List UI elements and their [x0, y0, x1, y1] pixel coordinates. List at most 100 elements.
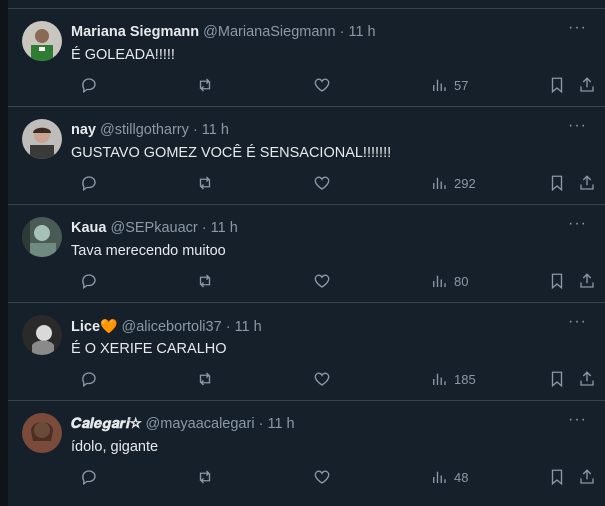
- tweet-text: É GOLEADA!!!!!: [71, 47, 175, 63]
- like-button[interactable]: [313, 173, 331, 193]
- timestamp[interactable]: 11 h: [202, 122, 229, 138]
- views-button[interactable]: 80: [430, 271, 468, 291]
- reply-icon: [82, 372, 96, 388]
- tweet-text: GUSTAVO GOMEZ VOCÊ É SENSACIONAL!!!!!!!: [71, 145, 392, 161]
- views-button[interactable]: 48: [430, 467, 468, 487]
- bookmark-button[interactable]: [548, 173, 566, 193]
- more-options-icon[interactable]: ···: [568, 19, 587, 37]
- share-icon: [580, 175, 594, 190]
- reply-button[interactable]: [80, 173, 98, 193]
- bookmark-icon: [551, 77, 563, 94]
- display-name[interactable]: Mariana Siegmann: [71, 24, 199, 40]
- like-button[interactable]: [313, 369, 331, 389]
- like-button[interactable]: [313, 271, 331, 291]
- handle[interactable]: @stillgotharry: [100, 122, 189, 138]
- tweet[interactable]: 𝑪𝒂𝒍𝒆𝒈𝒂𝒓𝒊☆ @mayaacalegari · 11 h ··· ídol…: [8, 400, 605, 500]
- share-button[interactable]: [578, 369, 596, 389]
- share-button[interactable]: [578, 75, 596, 95]
- share-icon: [580, 77, 594, 92]
- tweet-header: 𝑪𝒂𝒍𝒆𝒈𝒂𝒓𝒊☆ @mayaacalegari · 11 h: [71, 415, 565, 434]
- more-options-icon[interactable]: ···: [568, 411, 587, 429]
- bookmark-icon: [551, 175, 563, 192]
- handle[interactable]: @alicebortoli37: [121, 319, 221, 335]
- handle[interactable]: @mayaacalegari: [146, 416, 255, 432]
- retweet-icon: [199, 78, 211, 92]
- timestamp[interactable]: 11 h: [235, 319, 262, 335]
- avatar[interactable]: [22, 119, 62, 159]
- reply-button[interactable]: [80, 271, 98, 291]
- display-name[interactable]: 𝑪𝒂𝒍𝒆𝒈𝒂𝒓𝒊☆: [71, 416, 141, 432]
- share-icon: [580, 273, 594, 288]
- share-icon: [580, 469, 594, 484]
- tweet[interactable]: nay @stillgotharry · 11 h ··· GUSTAVO GO…: [8, 106, 605, 204]
- tweet-actions: 292: [71, 173, 594, 193]
- share-icon: [580, 371, 594, 386]
- tweet[interactable]: Lice🧡 @alicebortoli37 · 11 h ··· É O XER…: [8, 302, 605, 400]
- timestamp[interactable]: 11 h: [211, 220, 238, 236]
- reply-icon: [82, 274, 96, 290]
- retweet-button[interactable]: [196, 173, 214, 193]
- bookmark-button[interactable]: [548, 271, 566, 291]
- avatar[interactable]: [22, 315, 62, 355]
- tweet-header: nay @stillgotharry · 11 h: [71, 121, 565, 140]
- bookmark-button[interactable]: [548, 75, 566, 95]
- handle[interactable]: @SEPkauacr: [111, 220, 198, 236]
- orange-heart-emoji: 🧡: [100, 318, 118, 334]
- views-button[interactable]: 292: [430, 173, 476, 193]
- more-options-icon[interactable]: ···: [568, 117, 587, 135]
- separator: ·: [192, 122, 198, 138]
- tweet[interactable]: Kaua @SEPkauacr · 11 h ··· Tava merecend…: [8, 204, 605, 302]
- display-name[interactable]: Kaua: [71, 220, 106, 236]
- heart-icon: [314, 372, 330, 386]
- retweet-icon: [199, 274, 211, 288]
- reply-icon: [82, 176, 96, 192]
- avatar-image: [22, 413, 62, 453]
- tweet-actions: 48: [71, 467, 594, 487]
- heart-icon: [314, 470, 330, 484]
- retweet-button[interactable]: [196, 369, 214, 389]
- reply-button[interactable]: [80, 369, 98, 389]
- views-button[interactable]: 57: [430, 75, 468, 95]
- avatar-image: [22, 315, 62, 355]
- views-count: 185: [454, 371, 476, 387]
- more-options-icon[interactable]: ···: [568, 215, 587, 233]
- like-button[interactable]: [313, 75, 331, 95]
- views-button[interactable]: 185: [430, 369, 476, 389]
- retweet-icon: [199, 176, 211, 190]
- avatar[interactable]: [22, 217, 62, 257]
- separator: ·: [258, 416, 264, 432]
- tweet-header: Kaua @SEPkauacr · 11 h: [71, 219, 565, 238]
- timestamp[interactable]: 11 h: [348, 24, 375, 40]
- handle[interactable]: @MarianaSiegmann: [203, 24, 335, 40]
- retweet-button[interactable]: [196, 75, 214, 95]
- avatar[interactable]: [22, 413, 62, 453]
- more-options-icon[interactable]: ···: [568, 313, 587, 331]
- analytics-icon: [433, 471, 446, 483]
- bookmark-button[interactable]: [548, 369, 566, 389]
- analytics-icon: [433, 275, 446, 287]
- tweet[interactable]: Mariana Siegmann @MarianaSiegmann · 11 h…: [8, 8, 605, 106]
- share-button[interactable]: [578, 173, 596, 193]
- avatar-image: [22, 119, 62, 159]
- share-button[interactable]: [578, 467, 596, 487]
- display-name[interactable]: Lice: [71, 319, 100, 335]
- tweet-actions: 185: [71, 369, 594, 389]
- retweet-button[interactable]: [196, 271, 214, 291]
- display-name[interactable]: nay: [71, 122, 96, 138]
- avatar[interactable]: [22, 21, 62, 61]
- tweet-text: É O XERIFE CARALHO: [71, 341, 227, 357]
- share-button[interactable]: [578, 271, 596, 291]
- analytics-icon: [433, 79, 446, 91]
- avatar-image: [22, 217, 62, 257]
- reply-button[interactable]: [80, 467, 98, 487]
- retweet-button[interactable]: [196, 467, 214, 487]
- avatar-image: [22, 21, 62, 61]
- like-button[interactable]: [313, 467, 331, 487]
- timestamp[interactable]: 11 h: [267, 416, 294, 432]
- tweet-text: Tava merecendo muitoo: [71, 243, 226, 259]
- reply-button[interactable]: [80, 75, 98, 95]
- tweet-text: ídolo, gigante: [71, 439, 159, 455]
- separator: ·: [225, 319, 231, 335]
- retweet-icon: [199, 372, 211, 386]
- bookmark-button[interactable]: [548, 467, 566, 487]
